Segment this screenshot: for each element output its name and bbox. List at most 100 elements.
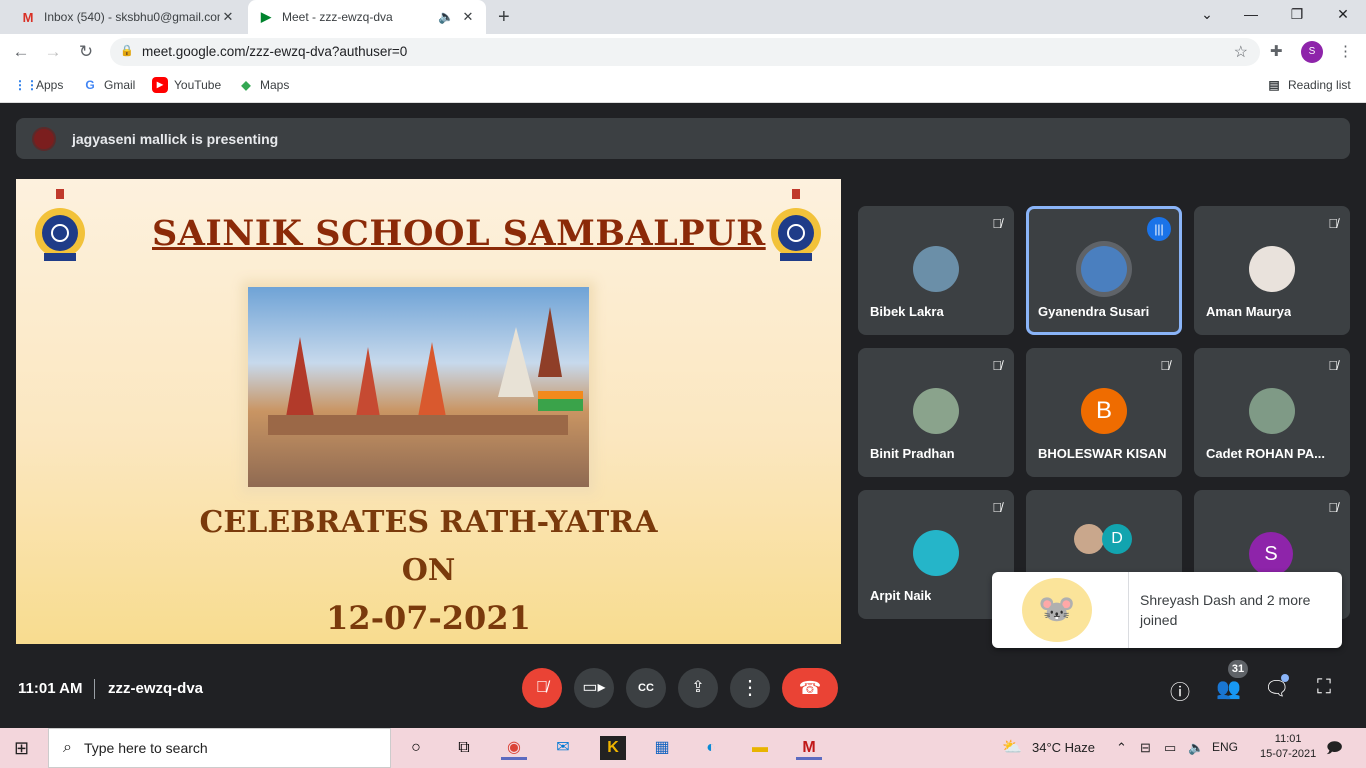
mail-icon[interactable]: ✉ <box>550 736 576 760</box>
speaking-icon: ||| <box>1147 217 1171 241</box>
presentation-slide[interactable]: SAINIK SCHOOL SAMBALPUR CELEBRATES RATH-… <box>16 179 841 644</box>
presenter-avatar <box>32 126 56 151</box>
restore-button[interactable]: ❐ <box>1282 6 1312 23</box>
app-k-icon[interactable]: K <box>600 736 626 760</box>
task-view-icon[interactable]: ⧉ <box>451 736 477 760</box>
maps-icon: ◆ <box>241 78 251 92</box>
gmail-icon: M <box>22 9 34 25</box>
lock-icon[interactable]: 🔒 <box>120 44 134 57</box>
media-app-icon[interactable]: ▦ <box>649 736 675 760</box>
bookmark-label: Apps <box>36 78 64 92</box>
language-indicator[interactable]: ENG <box>1212 740 1238 754</box>
meeting-details-icon[interactable]: ⓘ <box>1168 676 1192 705</box>
mic-off-icon: 🎙̸ <box>1328 500 1338 515</box>
weather-text[interactable]: 34°C Haze <box>1032 740 1095 755</box>
mic-off-icon: 🎙̸ <box>992 358 1002 373</box>
people-icon[interactable]: 👥 <box>1216 676 1241 701</box>
notifications-icon[interactable]: 🗩 <box>1326 738 1343 763</box>
presenter-text: jagyaseni mallick is presenting <box>72 130 279 147</box>
clock-time: 11:01 <box>1274 733 1302 745</box>
avatar <box>1074 524 1104 554</box>
edge-icon[interactable]: ◐ <box>698 736 724 760</box>
search-placeholder: Type here to search <box>83 740 208 756</box>
reading-list-icon: ▤ <box>1268 78 1280 92</box>
participant-tile[interactable]: 🎙̸ Bibek Lakra <box>858 206 1014 335</box>
cortana-icon[interactable]: ○ <box>403 736 429 760</box>
slide-line-2: ON <box>401 553 456 588</box>
url-text[interactable]: meet.google.com/zzz-ewzq-dva?authuser=0 <box>142 44 407 59</box>
taskbar-search[interactable]: ⌕ Type here to search <box>48 728 391 768</box>
tab-strip: M Inbox (540) - sksbhu0@gmail.com ✕ ▶ Me… <box>0 0 1366 34</box>
participant-tile[interactable]: 🎙̸ B BHOLESWAR KISAN <box>1026 348 1182 477</box>
camera-toggle-button[interactable]: ▭▸ <box>574 668 614 708</box>
weather-icon[interactable]: ⛅ <box>1002 737 1022 757</box>
network-icon[interactable]: ⊟ <box>1140 740 1151 756</box>
mic-toggle-button[interactable]: 🎙̸ <box>522 668 562 708</box>
new-tab-button[interactable]: + <box>498 6 510 29</box>
tray-chevron-icon[interactable]: ⌃ <box>1116 740 1127 756</box>
tab-gmail[interactable]: M Inbox (540) - sksbhu0@gmail.com ✕ <box>10 0 246 34</box>
forward-button[interactable]: → <box>42 42 64 62</box>
bookmark-star-icon[interactable]: ☆ <box>1234 42 1248 62</box>
participant-tile[interactable]: 🎙̸ Aman Maurya <box>1194 206 1350 335</box>
avatar <box>913 530 959 576</box>
mic-off-icon: 🎙̸ <box>992 500 1002 515</box>
browser-toolbar: ← → ↻ 🔒 meet.google.com/zzz-ewzq-dva?aut… <box>0 34 1366 71</box>
menu-icon[interactable]: ⋮ <box>1338 42 1353 60</box>
participant-tile[interactable]: 🎙̸ Cadet ROHAN PA... <box>1194 348 1350 477</box>
activities-icon[interactable]: ⛶ <box>1312 676 1336 699</box>
youtube-icon: ▶ <box>152 77 168 93</box>
participant-name: Binit Pradhan <box>870 446 955 461</box>
mcafee-icon[interactable]: M <box>796 736 822 760</box>
close-window-button[interactable]: ✕ <box>1328 6 1358 23</box>
tab-search-icon[interactable]: ⌄ <box>1192 6 1222 23</box>
chrome-icon[interactable]: ◉ <box>501 736 527 760</box>
reload-button[interactable]: ↻ <box>75 42 97 62</box>
reading-list[interactable]: ▤ Reading list <box>1266 77 1351 93</box>
extensions-icon[interactable]: ✚ <box>1270 42 1283 60</box>
tab-meet[interactable]: ▶ Meet - zzz-ewzq-dva 🔈 ✕ <box>248 0 486 34</box>
participant-count-badge: 31 <box>1228 660 1248 678</box>
captions-button[interactable]: CC <box>626 668 666 708</box>
meeting-controls-bar: 11:01 AM zzz-ewzq-dva 🎙̸ ▭▸ CC ⇪ ⋮ ☎ ⓘ 👥… <box>0 660 1366 728</box>
participant-tile[interactable]: 🎙̸ Binit Pradhan <box>858 348 1014 477</box>
tab-title: Meet - zzz-ewzq-dva <box>282 10 393 24</box>
mic-off-icon: 🎙̸ <box>1328 216 1338 231</box>
close-tab-icon[interactable]: ✕ <box>460 9 476 25</box>
participant-tile[interactable]: ||| Gyanendra Susari <box>1026 206 1182 335</box>
battery-icon[interactable]: ▭ <box>1164 740 1176 756</box>
present-now-button[interactable]: ⇪ <box>678 668 718 708</box>
audio-playing-icon[interactable]: 🔈 <box>438 9 454 25</box>
back-button[interactable]: ← <box>10 42 32 62</box>
bookmark-maps[interactable]: ◆ Maps <box>238 77 289 93</box>
chat-notification-dot <box>1281 674 1289 682</box>
divider <box>94 679 95 699</box>
bookmark-apps[interactable]: ⋮⋮ Apps <box>14 77 63 93</box>
rath-yatra-photo <box>248 287 589 487</box>
bookmark-gmail[interactable]: G Gmail <box>82 77 135 93</box>
taskbar-clock[interactable]: 11:01 15-07-2021 <box>1260 732 1316 762</box>
close-tab-icon[interactable]: ✕ <box>220 9 236 25</box>
participant-name: BHOLESWAR KISAN <box>1038 446 1167 461</box>
reading-list-label: Reading list <box>1288 78 1351 92</box>
school-emblem-right <box>771 189 821 261</box>
avatar: D <box>1102 524 1132 554</box>
participant-tile[interactable]: 🎙̸ Arpit Naik <box>858 490 1014 619</box>
file-explorer-icon[interactable]: ▬ <box>747 736 773 760</box>
participant-name: Aman Maurya <box>1206 304 1292 319</box>
address-bar[interactable]: 🔒 meet.google.com/zzz-ewzq-dva?authuser=… <box>110 38 1260 66</box>
join-notification[interactable]: 🐭 Shreyash Dash and 2 more joined <box>992 572 1342 648</box>
bookmark-youtube[interactable]: ▶ YouTube <box>152 77 221 93</box>
bookmark-label: Maps <box>260 78 290 92</box>
school-emblem-left <box>35 189 85 261</box>
windows-start-icon[interactable]: ⊞ <box>14 738 29 759</box>
more-options-button[interactable]: ⋮ <box>730 668 770 708</box>
volume-icon[interactable]: 🔈 <box>1188 740 1204 756</box>
windows-taskbar: ⊞ ⌕ Type here to search ○ ⧉ ◉ ✉ K ▦ ◐ ▬ … <box>0 728 1366 768</box>
leave-call-button[interactable]: ☎ <box>782 668 838 708</box>
profile-avatar[interactable]: S <box>1301 41 1323 63</box>
minimize-button[interactable]: — <box>1236 6 1266 22</box>
search-icon: ⌕ <box>63 739 72 756</box>
meeting-code: zzz-ewzq-dva <box>108 680 204 697</box>
slide-line-1: CELEBRATES RATH-YATRA <box>199 505 658 540</box>
